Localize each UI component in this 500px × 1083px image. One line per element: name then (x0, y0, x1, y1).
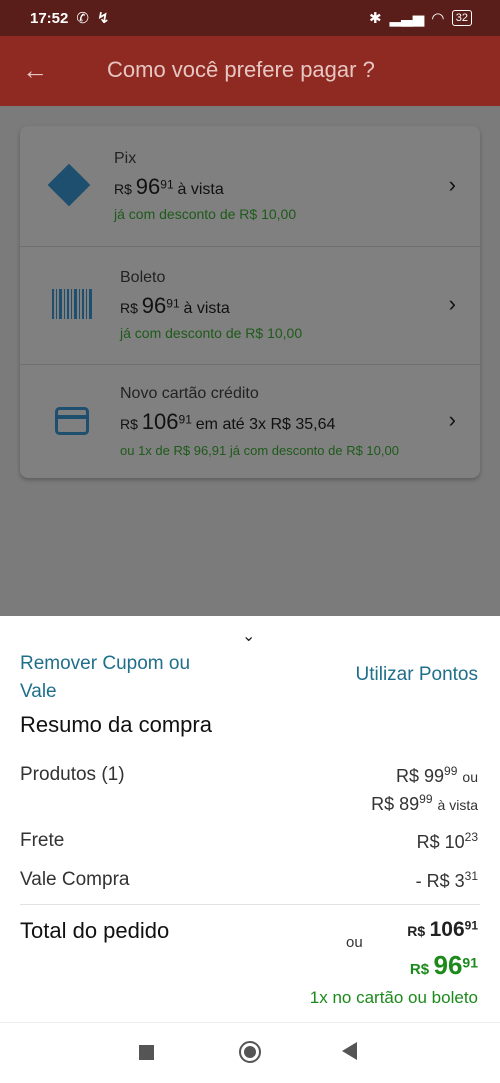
products-price: R$ 9999 ou (396, 764, 478, 787)
total-label: Total do pedido (20, 918, 170, 943)
home-dot-icon (244, 1046, 256, 1058)
use-points-link[interactable]: Utilizar Pontos (356, 664, 479, 686)
discounted-total: R$ 9691 (410, 950, 478, 981)
summary-title: Resumo da compra (20, 712, 212, 737)
credit-card-icon (55, 407, 89, 435)
barcode-icon (52, 289, 92, 319)
currency: R$ (407, 923, 426, 939)
divider (20, 904, 480, 905)
option-price: R$ 9691 à vista (114, 174, 224, 200)
option-name: Novo cartão crédito (120, 385, 259, 402)
price-cents: 91 (166, 296, 180, 311)
products-cash-price: R$ 8999 à vista (371, 792, 478, 815)
chevron-right-icon: › (448, 172, 456, 197)
remove-coupon-link[interactable]: Remover Cupom ou Vale (20, 650, 230, 706)
currency: R$ (114, 181, 132, 197)
option-price: R$ 10691 em até 3x R$ 35,64 (120, 409, 335, 435)
payment-option-boleto[interactable]: Boleto R$ 9691 à vista já com desconto d… (20, 247, 480, 364)
price-cents: 91 (160, 177, 174, 192)
price-int: 106 (141, 409, 179, 434)
price-cents: 99 (419, 792, 433, 806)
option-discount-note: ou 1x de R$ 96,91 já com desconto de R$ … (120, 443, 399, 458)
price-int: R$ 89 (371, 794, 420, 814)
option-discount-note: já com desconto de R$ 10,00 (120, 325, 303, 341)
back-button[interactable] (342, 1042, 357, 1060)
dim-overlay[interactable]: Pix R$ 9691 à vista já com desconto de R… (0, 106, 500, 616)
signal-icon: ▂▃▅ (389, 10, 425, 27)
voucher-label: Vale Compra (20, 869, 130, 890)
price-int: - R$ 3 (415, 871, 465, 891)
price-cents: 91 (462, 954, 478, 971)
battery-icon: 32 (451, 10, 472, 26)
option-name: Pix (114, 150, 137, 167)
price-int: R$ 99 (396, 766, 445, 786)
price-cents: 23 (464, 830, 478, 844)
currency: R$ (120, 416, 138, 432)
back-arrow-icon[interactable]: ← (22, 56, 48, 84)
payment-option-pix[interactable]: Pix R$ 9691 à vista já com desconto de R… (20, 126, 480, 246)
status-bar: 17:52 ✆ ↯ ✱ ▂▃▅ ◜◝ 32 (0, 0, 500, 36)
price-int: 96 (135, 174, 161, 199)
home-button[interactable] (239, 1041, 261, 1063)
whatsapp-icon: ✆ (76, 10, 89, 27)
option-name: Boleto (120, 269, 166, 286)
wifi-icon: ◜◝ (432, 10, 444, 27)
shipping-label: Frete (20, 830, 65, 851)
page-title: Como você prefere pagar ? (107, 57, 375, 82)
price-cents: 99 (444, 764, 458, 778)
payment-options-card: Pix R$ 9691 à vista já com desconto de R… (20, 126, 480, 478)
price-int: 96 (433, 950, 463, 980)
products-label: Produtos (1) (20, 764, 125, 785)
price-suffix: ou (462, 769, 478, 785)
total-price: R$ 10691 (407, 918, 478, 942)
payment-method-note: 1x no cartão ou boleto (309, 988, 478, 1007)
purchase-summary-sheet: ⌄ Remover Cupom ou Vale Utilizar Pontos … (0, 616, 500, 1022)
voucher-value: - R$ 331 (416, 869, 478, 892)
shipping-price: R$ 1023 (417, 830, 478, 853)
price-cents: 91 (464, 918, 478, 933)
app-bar: ← Como você prefere pagar ? (0, 36, 500, 106)
currency: R$ (409, 961, 430, 978)
or-label: ou (346, 934, 363, 951)
payment-option-credit-card[interactable]: Novo cartão crédito R$ 10691 em até 3x R… (20, 365, 480, 478)
price-suffix: em até 3x R$ 35,64 (195, 416, 336, 433)
chevron-right-icon: › (448, 291, 456, 316)
price-suffix: à vista (183, 300, 230, 317)
status-time: 17:52 (30, 9, 69, 27)
price-cents: 91 (178, 412, 192, 427)
bluetooth-icon: ✱ (368, 10, 382, 27)
option-discount-note: já com desconto de R$ 10,00 (114, 206, 297, 222)
recent-apps-button[interactable] (139, 1045, 154, 1060)
price-cents: 31 (464, 869, 478, 883)
price-int: 106 (429, 918, 465, 941)
option-price: R$ 9691 à vista (120, 293, 230, 319)
chevron-right-icon: › (448, 407, 456, 432)
price-int: 96 (141, 293, 167, 318)
chevron-down-icon[interactable]: ⌄ (242, 626, 255, 646)
price-suffix: à vista (177, 181, 224, 198)
pix-icon (48, 164, 91, 207)
notification-icon: ↯ (96, 10, 110, 27)
system-nav-bar (0, 1022, 500, 1083)
currency: R$ (120, 300, 138, 316)
price-int: R$ 10 (416, 832, 465, 852)
price-suffix: à vista (437, 797, 478, 813)
